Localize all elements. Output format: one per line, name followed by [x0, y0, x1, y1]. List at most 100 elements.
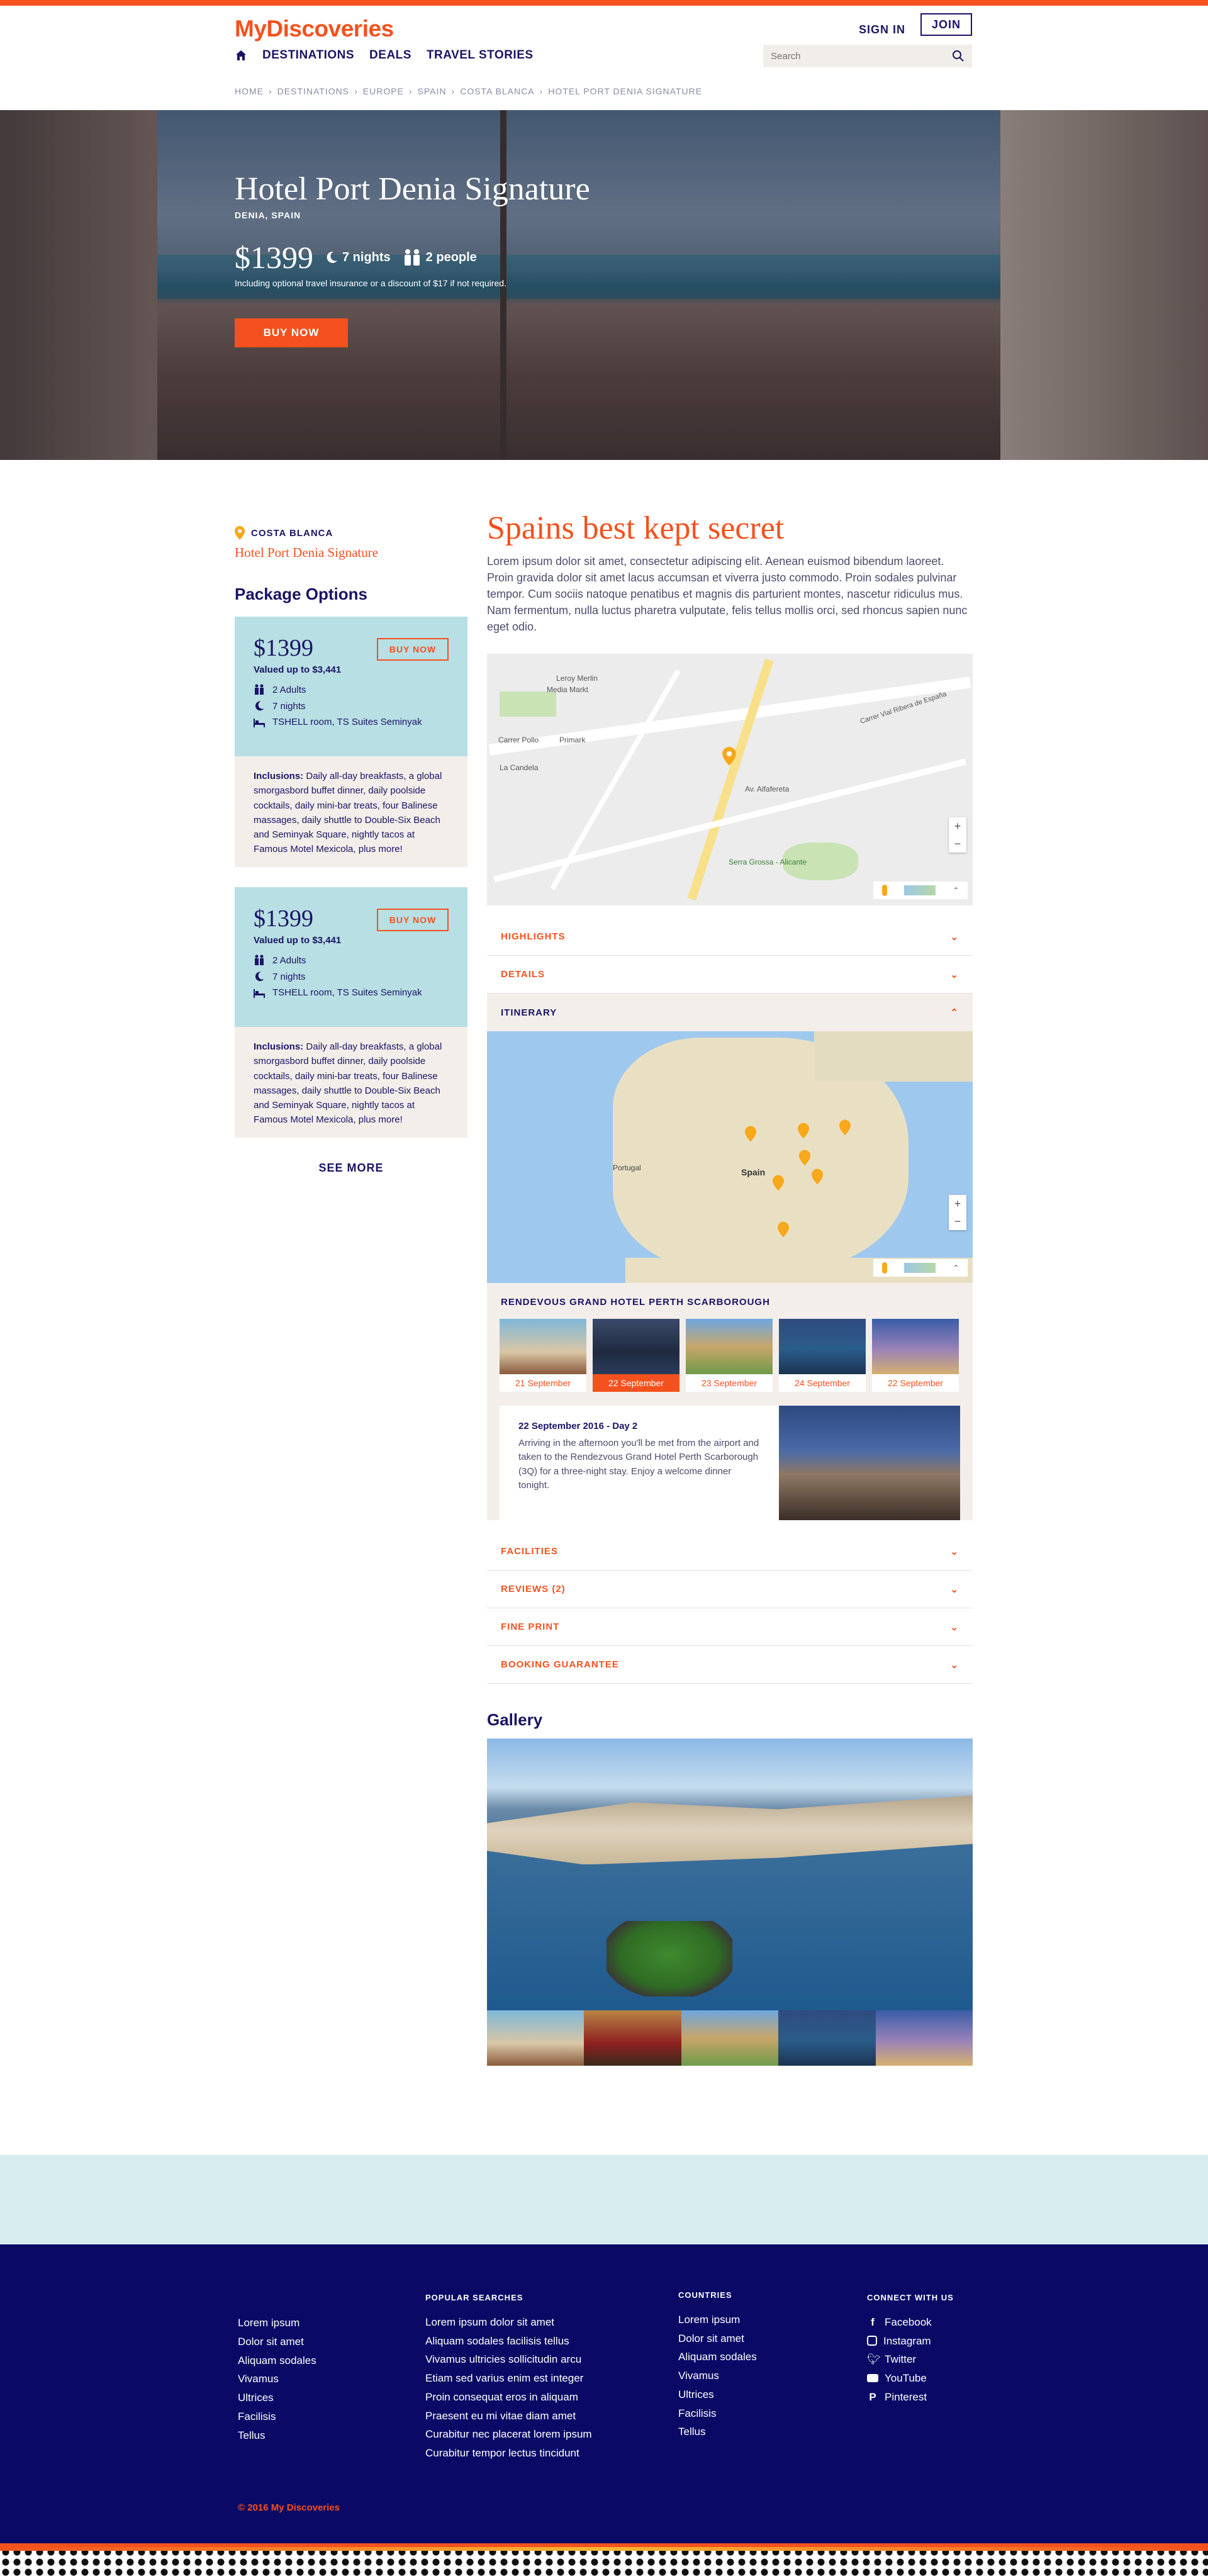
footer-link[interactable]: Facilisis — [238, 2407, 316, 2426]
itinerary-map[interactable]: Portugal Spain + − ⌃ — [487, 1031, 973, 1284]
gallery-heading: Gallery — [487, 1710, 543, 1730]
search-icon[interactable] — [952, 50, 965, 62]
day-thumb[interactable]: 21 September — [500, 1319, 586, 1392]
inclusions-text: Daily all-day breakfasts, a global smorg… — [254, 771, 442, 855]
map-pin-icon[interactable] — [799, 1150, 810, 1166]
footer-link[interactable]: Aliquam sodales — [678, 2348, 757, 2366]
nav-deals[interactable]: DEALS — [369, 48, 411, 62]
footer-link[interactable]: Ultrices — [238, 2388, 316, 2407]
hero-price: $1399 — [235, 240, 313, 275]
logo[interactable]: MyDiscoveries — [235, 16, 394, 42]
footer-link[interactable]: Lorem ipsum dolor sit amet — [425, 2313, 592, 2332]
nav-travel-stories[interactable]: TRAVEL STORIES — [427, 48, 534, 62]
map-zoom-controls: + − — [949, 1195, 966, 1231]
accordion-highlights[interactable]: HIGHLIGHTS ⌄ — [487, 918, 973, 956]
breadcrumb-home[interactable]: HOME — [235, 86, 264, 96]
breadcrumb-costa-blanca[interactable]: COSTA BLANCA — [460, 86, 534, 96]
footer-link[interactable]: Aliquam sodales facilisis tellus — [425, 2332, 592, 2351]
breadcrumb-spain[interactable]: SPAIN — [418, 86, 447, 96]
footer-link[interactable]: Ultrices — [678, 2385, 757, 2404]
breadcrumb-destinations[interactable]: DESTINATIONS — [277, 86, 349, 96]
social-youtube[interactable]: YouTube — [867, 2369, 954, 2388]
footer-heading: POPULAR SEARCHES — [425, 2293, 523, 2302]
pegman-icon[interactable] — [881, 885, 887, 897]
package-inclusions: Inclusions: Daily all-day breakfasts, a … — [235, 1027, 467, 1138]
zoom-in-icon[interactable]: + — [949, 817, 966, 835]
footer-link[interactable]: Praesent eu mi vitae diam amet — [425, 2407, 592, 2426]
accordion-details[interactable]: DETAILS ⌄ — [487, 956, 973, 994]
map-pin-icon[interactable] — [778, 1221, 789, 1238]
footer-col-countries: COUNTRIES Lorem ipsum Dolor sit amet Ali… — [678, 2288, 757, 2441]
footer-link[interactable]: Curabitur tempor lectus tincidunt — [425, 2444, 592, 2463]
gallery-thumb[interactable] — [778, 2010, 876, 2066]
fullscreen-icon[interactable]: ⌃ — [953, 1263, 959, 1272]
day-thumb[interactable]: 22 September — [872, 1319, 959, 1392]
gallery-thumb[interactable] — [584, 2010, 681, 2066]
pegman-icon[interactable] — [881, 1262, 887, 1274]
footer-link[interactable]: Dolor sit amet — [238, 2332, 316, 2351]
gallery-island — [607, 1921, 732, 1997]
map-pin-icon[interactable] — [722, 747, 736, 766]
footer-link[interactable]: Facilisis — [678, 2404, 757, 2423]
social-pinterest[interactable]: P Pinterest — [867, 2388, 954, 2407]
footer-link[interactable]: Vivamus — [678, 2366, 757, 2385]
location-map[interactable]: Leroy Merlin Media Markt Carrer Pollo Pr… — [487, 654, 973, 906]
package-room-label: TSHELL room, TS Suites Seminyak — [272, 717, 422, 727]
accordion-reviews[interactable]: REVIEWS (2) ⌄ — [487, 1571, 973, 1609]
map-pin-icon[interactable] — [812, 1168, 823, 1185]
footer-link[interactable]: Curabitur nec placerat lorem ipsum — [425, 2425, 592, 2444]
home-icon[interactable] — [235, 49, 247, 62]
footer-link[interactable]: Dolor sit amet — [678, 2329, 757, 2348]
footer-col-social: CONNECT WITH US f Facebook Instagram 🐦︎ Tw… — [867, 2291, 954, 2407]
nav-destinations[interactable]: DESTINATIONS — [262, 48, 354, 62]
gallery-thumb[interactable] — [875, 2010, 973, 2066]
accordion-fine-print[interactable]: FINE PRINT ⌄ — [487, 1608, 973, 1647]
day-thumb[interactable]: 23 September — [686, 1319, 773, 1392]
footer-link[interactable]: Proin consequat eros in aliquam — [425, 2388, 592, 2407]
zoom-out-icon[interactable]: − — [949, 1212, 966, 1230]
search-input[interactable] — [771, 50, 952, 62]
breadcrumb-europe[interactable]: EUROPE — [363, 86, 404, 96]
gallery-thumb[interactable] — [681, 2010, 779, 2066]
zoom-in-icon[interactable]: + — [949, 1195, 966, 1212]
gallery-main-image[interactable] — [487, 1739, 973, 2011]
package-buy-button[interactable]: BUY NOW — [377, 638, 449, 661]
social-twitter[interactable]: 🐦︎ Twitter — [867, 2350, 954, 2369]
map-pin-icon[interactable] — [745, 1126, 756, 1142]
package-nights-label: 7 nights — [272, 700, 306, 712]
location-pin-icon — [235, 526, 245, 540]
gallery-thumbnails — [487, 2010, 973, 2066]
package-buy-button[interactable]: BUY NOW — [377, 909, 449, 931]
people-icon — [404, 249, 420, 266]
social-instagram[interactable]: Instagram — [867, 2332, 954, 2351]
day-thumb[interactable]: 24 September — [779, 1319, 866, 1392]
see-more-link[interactable]: SEE MORE — [235, 1162, 467, 1175]
hero-buy-button[interactable]: BUY NOW — [235, 318, 348, 347]
fullscreen-icon[interactable]: ⌃ — [953, 886, 959, 895]
map-type-icon[interactable] — [903, 885, 936, 896]
breadcrumb-separator: › — [539, 86, 544, 96]
zoom-out-icon[interactable]: − — [949, 835, 966, 853]
map-type-icon[interactable] — [903, 1263, 936, 1274]
footer-link[interactable]: Lorem ipsum — [238, 2314, 316, 2332]
map-pin-icon[interactable] — [773, 1175, 784, 1191]
footer-link[interactable]: Vivamus — [238, 2370, 316, 2388]
hero-nights: 7 nights — [325, 250, 391, 265]
day-thumb-active[interactable]: 22 September — [593, 1319, 680, 1392]
footer-link[interactable]: Etiam sed varius enim est integer — [425, 2369, 592, 2388]
footer-link[interactable]: Tellus — [238, 2426, 316, 2445]
social-facebook[interactable]: f Facebook — [867, 2313, 954, 2332]
sign-in-link[interactable]: SIGN IN — [859, 23, 905, 36]
footer-link[interactable]: Lorem ipsum — [678, 2310, 757, 2329]
footer-link[interactable]: Tellus — [678, 2422, 757, 2441]
accordion-itinerary[interactable]: ITINERARY ⌃ — [487, 994, 973, 1031]
accordion-facilities[interactable]: FACILITIES ⌄ — [487, 1533, 973, 1571]
map-pin-icon[interactable] — [839, 1119, 851, 1136]
gallery-thumb[interactable] — [487, 2010, 584, 2066]
inclusions-label: Inclusions: — [254, 771, 304, 781]
accordion-booking-guarantee[interactable]: BOOKING GUARANTEE ⌄ — [487, 1646, 973, 1684]
map-pin-icon[interactable] — [798, 1123, 809, 1139]
footer-link[interactable]: Vivamus ultricies sollicitudin arcu — [425, 2350, 592, 2369]
footer-link[interactable]: Aliquam sodales — [238, 2351, 316, 2370]
join-button[interactable]: JOIN — [920, 13, 972, 36]
